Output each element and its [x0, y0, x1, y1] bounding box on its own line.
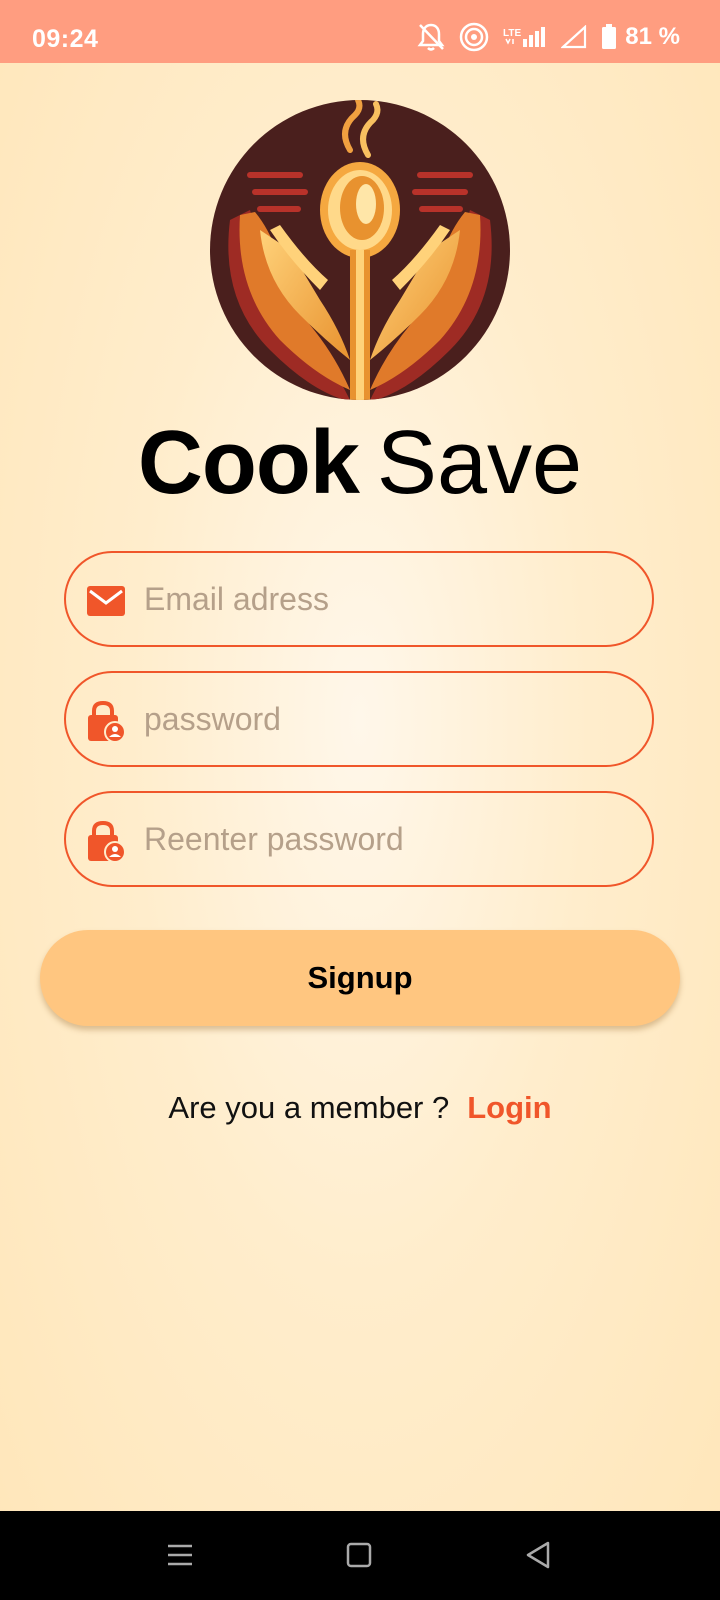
signal-empty-icon	[561, 25, 587, 49]
email-field[interactable]	[64, 551, 654, 647]
notifications-off-icon	[417, 22, 445, 52]
battery-icon	[601, 24, 617, 50]
member-text: Are you a member ?	[168, 1090, 450, 1125]
cook-save-logo	[210, 100, 510, 400]
back-icon[interactable]	[516, 1533, 560, 1577]
password-input[interactable]	[144, 673, 634, 765]
lock-user-icon	[86, 820, 126, 863]
navigation-bar	[0, 1511, 720, 1600]
app-title-light: Save	[376, 413, 583, 513]
reenter-password-field[interactable]	[64, 791, 654, 887]
app-title: Cook Save	[0, 418, 720, 508]
password-field[interactable]	[64, 671, 654, 767]
app-title-bold: Cook	[137, 413, 360, 513]
email-input[interactable]	[144, 553, 634, 645]
status-icons: LTE 81 %	[417, 22, 680, 52]
mail-icon	[86, 581, 126, 621]
menu-icon[interactable]	[158, 1533, 202, 1577]
login-link[interactable]: Login	[467, 1090, 551, 1125]
hotspot-icon	[459, 22, 489, 52]
battery-percent: 81 %	[625, 23, 680, 50]
member-row: Are you a member ? Login	[0, 1090, 720, 1126]
signup-button[interactable]: Signup	[40, 930, 680, 1026]
lte-label: LTE	[503, 28, 521, 39]
reenter-password-input[interactable]	[144, 793, 634, 885]
status-bar: 09:24 LTE 81 %	[0, 0, 720, 63]
home-icon[interactable]	[337, 1533, 381, 1577]
lte-icon: LTE	[503, 25, 547, 49]
status-time: 09:24	[32, 25, 99, 53]
lock-user-icon	[86, 700, 126, 743]
